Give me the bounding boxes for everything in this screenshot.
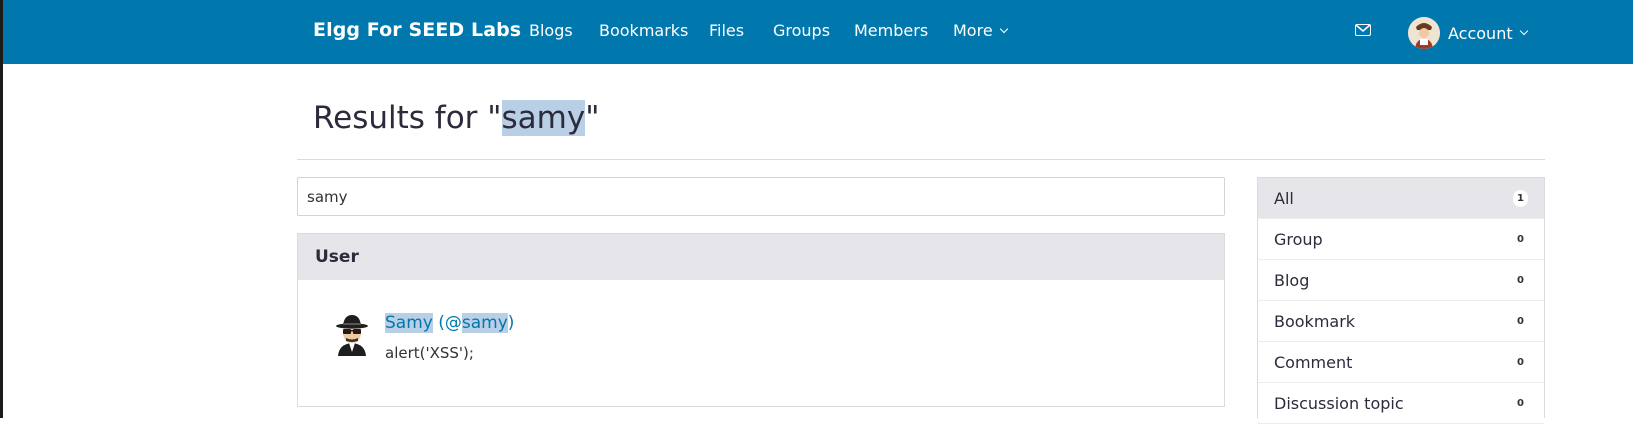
chevron-down-icon xyxy=(1519,26,1528,36)
results-section-title: User xyxy=(298,234,1224,280)
nav-more-dropdown[interactable]: More xyxy=(953,21,1008,40)
nav-members[interactable]: Members xyxy=(854,21,928,40)
search-input-value: samy xyxy=(307,187,348,206)
nav-groups[interactable]: Groups xyxy=(773,21,830,40)
title-query: samy xyxy=(501,100,586,136)
count-badge: 0 xyxy=(1513,312,1528,330)
page-title: Results for "samy" xyxy=(313,100,600,136)
filter-blog[interactable]: Blog 0 xyxy=(1258,260,1544,301)
search-input[interactable]: samy xyxy=(297,177,1225,216)
envelope-icon[interactable] xyxy=(1355,24,1371,36)
title-divider xyxy=(297,159,1545,160)
user-handle: samy xyxy=(461,313,508,333)
spy-avatar-icon[interactable] xyxy=(333,312,371,356)
filter-label: Group xyxy=(1274,229,1323,249)
nav-more-label: More xyxy=(953,21,993,40)
filter-group[interactable]: Group 0 xyxy=(1258,219,1544,260)
filter-label: Discussion topic xyxy=(1274,393,1404,413)
account-label: Account xyxy=(1448,23,1513,43)
title-suffix: " xyxy=(585,100,600,136)
title-prefix: Results for " xyxy=(313,100,502,136)
filter-bookmark[interactable]: Bookmark 0 xyxy=(1258,301,1544,342)
count-badge: 0 xyxy=(1513,230,1528,248)
filter-label: Bookmark xyxy=(1274,311,1356,331)
search-type-filter: All 1 Group 0 Blog 0 Bookmark 0 Comment … xyxy=(1257,177,1545,424)
account-menu[interactable]: Account xyxy=(1408,17,1528,49)
user-avatar xyxy=(1408,17,1440,49)
chevron-down-icon xyxy=(999,24,1008,33)
nav-files[interactable]: Files xyxy=(709,21,744,40)
user-results-module: User Samy (@samy) alert('XSS'); xyxy=(297,233,1225,407)
user-handle-prefix: (@ xyxy=(432,313,462,333)
top-navigation-bar: Elgg For SEED Labs Blogs Bookmarks Files… xyxy=(3,0,1633,64)
user-handle-suffix: ) xyxy=(507,313,515,333)
site-brand[interactable]: Elgg For SEED Labs xyxy=(313,19,521,41)
filter-label: Blog xyxy=(1274,270,1310,290)
nav-blogs[interactable]: Blogs xyxy=(529,21,573,40)
count-badge: 0 xyxy=(1513,271,1528,289)
nav-bookmarks[interactable]: Bookmarks xyxy=(599,21,688,40)
count-badge: 0 xyxy=(1513,353,1528,371)
filter-label: All xyxy=(1274,188,1294,208)
user-name: Samy xyxy=(385,313,433,333)
count-badge: 1 xyxy=(1513,189,1528,207)
filter-label: Comment xyxy=(1274,352,1353,372)
user-description: alert('XSS'); xyxy=(385,344,474,362)
count-badge: 0 xyxy=(1513,394,1528,412)
filter-all[interactable]: All 1 xyxy=(1258,178,1544,219)
user-result-link[interactable]: Samy (@samy) xyxy=(385,313,514,333)
filter-comment[interactable]: Comment 0 xyxy=(1258,342,1544,383)
